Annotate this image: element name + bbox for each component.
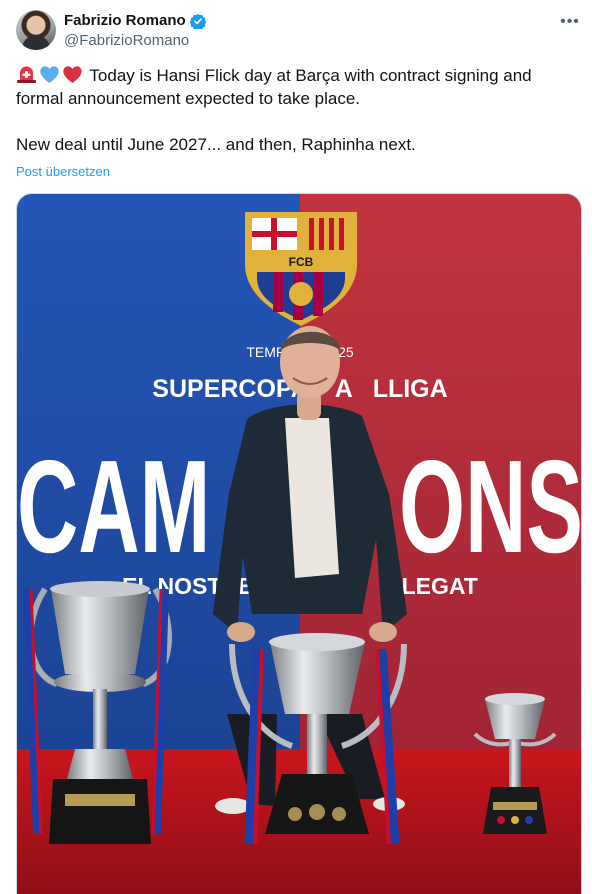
display-name[interactable]: Fabrizio Romano	[64, 12, 186, 29]
tweet-header: Fabrizio Romano @FabrizioRomano •••	[16, 10, 582, 54]
photo-scene: FCB TEMPORA 4/25 SUPERCOPA A LLIGA CAM O…	[17, 194, 581, 894]
translate-post-link[interactable]: Post übersetzen	[16, 164, 110, 179]
tweet-line-2: New deal until June 2027... and then, Ra…	[16, 135, 416, 154]
avatar-shoulders	[22, 35, 50, 50]
name-row: Fabrizio Romano	[64, 12, 206, 29]
blue-heart-icon	[40, 66, 59, 83]
tweet-line-1: Today is Hansi Flick day at Barça with c…	[16, 66, 532, 108]
avatar[interactable]	[16, 10, 56, 50]
tweet-text: Today is Hansi Flick day at Barça with c…	[16, 64, 576, 156]
verified-badge-icon	[189, 13, 206, 29]
crest-text: FCB	[289, 255, 314, 269]
more-options-icon[interactable]: •••	[560, 12, 580, 32]
tweet-photo[interactable]: FCB TEMPORA 4/25 SUPERCOPA A LLIGA CAM O…	[16, 193, 582, 894]
red-heart-icon	[63, 66, 82, 83]
user-handle[interactable]: @FabrizioRomano	[64, 32, 189, 49]
siren-icon	[17, 66, 36, 83]
